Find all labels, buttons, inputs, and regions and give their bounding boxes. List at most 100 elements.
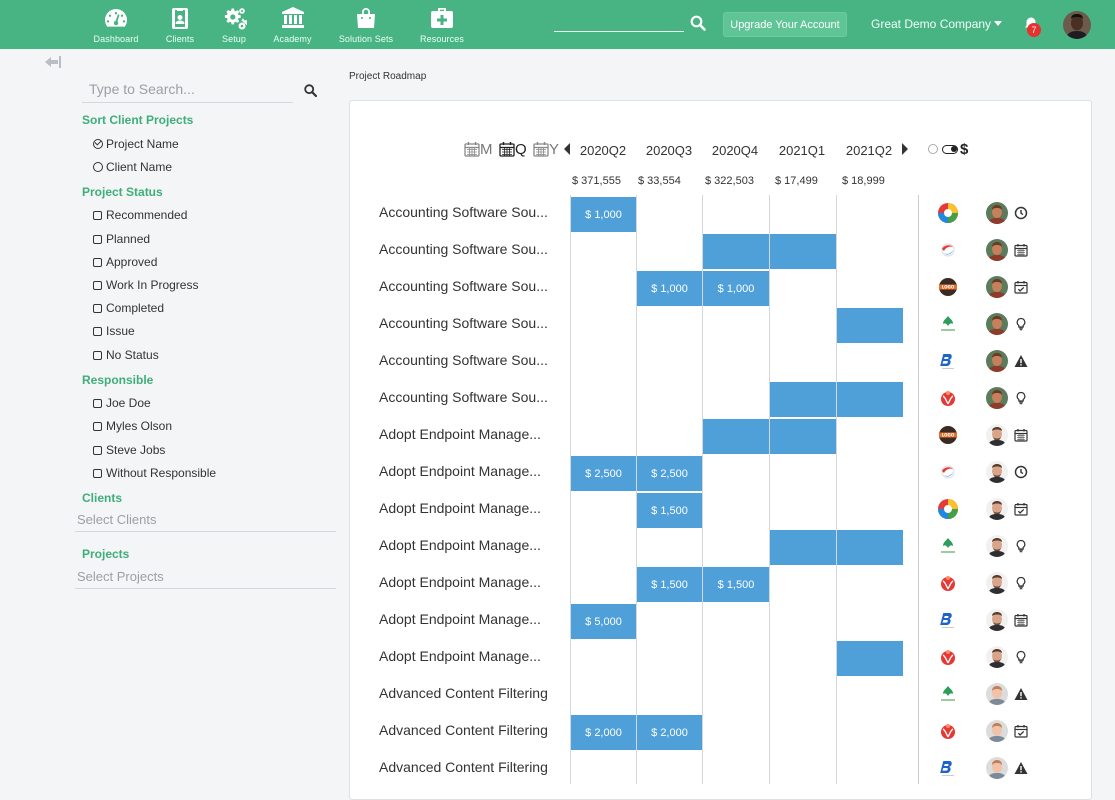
status-option[interactable]: Planned (93, 232, 150, 246)
project-name[interactable]: Accounting Software Sou... (379, 315, 561, 331)
company-selector[interactable]: Great Demo Company (871, 17, 1003, 31)
status-option[interactable]: Approved (93, 255, 157, 269)
top-navigation-bar: Dashboard Clients Setup Academy Solution… (0, 0, 1115, 49)
chevron-down-icon (994, 21, 1003, 26)
roadmap-bar[interactable] (770, 382, 836, 417)
project-name[interactable]: Accounting Software Sou... (379, 352, 561, 368)
nav-label: Solution Sets (338, 34, 394, 44)
roadmap-bar[interactable]: $ 1,500 (703, 567, 769, 602)
project-name[interactable]: Accounting Software Sou... (379, 204, 561, 220)
nav-label: Academy (273, 34, 312, 44)
roadmap-bar[interactable] (770, 530, 836, 565)
project-name[interactable]: Adopt Endpoint Manage... (379, 648, 561, 664)
roadmap-bar[interactable] (837, 308, 903, 343)
roadmap-bar[interactable]: $ 5,000 (571, 604, 636, 639)
medkit-icon (431, 8, 453, 28)
responsible-avatar (986, 461, 1008, 483)
sort-option-project-name[interactable]: Project Name (93, 137, 179, 151)
search-icon[interactable] (304, 84, 317, 97)
project-name[interactable]: Accounting Software Sou... (379, 278, 561, 294)
next-period-arrow-icon[interactable] (902, 143, 908, 155)
view-quarter-button[interactable]: Q (499, 139, 527, 159)
quarter-header: 2021Q2 (845, 143, 893, 158)
client-logo-leaf-icon (937, 535, 959, 557)
roadmap-bar[interactable] (837, 530, 903, 565)
project-name[interactable]: Adopt Endpoint Manage... (379, 500, 561, 516)
cost-toggle-switch[interactable] (942, 145, 958, 154)
roadmap-bar[interactable]: $ 1,000 (637, 271, 702, 306)
nav-solution-sets[interactable]: Solution Sets (334, 0, 398, 49)
view-label: M (480, 140, 493, 158)
client-logo-bird-icon (937, 387, 959, 409)
checkbox-icon (93, 445, 102, 455)
roadmap-bar[interactable]: $ 1,500 (637, 493, 702, 528)
project-name[interactable]: Adopt Endpoint Manage... (379, 574, 561, 590)
checkbox-icon (93, 303, 102, 313)
nav-academy[interactable]: Academy (270, 0, 315, 49)
quarter-header: 2020Q4 (711, 143, 759, 158)
sidebar-search-input[interactable]: Type to Search... (82, 78, 293, 103)
project-name[interactable]: Adopt Endpoint Manage... (379, 611, 561, 627)
responsible-option[interactable]: Joe Doe (93, 396, 151, 410)
nav-setup[interactable]: Setup (215, 0, 253, 49)
responsible-option[interactable]: Steve Jobs (93, 443, 165, 457)
sort-option-label: Client Name (106, 160, 173, 174)
status-option[interactable]: Issue (93, 324, 135, 338)
roadmap-bar[interactable] (770, 419, 836, 454)
responsible-option[interactable]: Without Responsible (93, 466, 216, 480)
roadmap-bar[interactable] (837, 382, 903, 417)
client-logo-swoosh-icon (937, 239, 959, 261)
roadmap-bar[interactable]: $ 2,500 (571, 456, 636, 491)
view-month-button[interactable]: M (464, 139, 493, 159)
project-name[interactable]: Adopt Endpoint Manage... (379, 463, 561, 479)
project-name[interactable]: Adopt Endpoint Manage... (379, 537, 561, 553)
upgrade-account-button[interactable]: Upgrade Your Account (723, 12, 847, 37)
roadmap-bar[interactable] (703, 234, 769, 269)
roadmap-bar[interactable]: $ 2,500 (637, 456, 702, 491)
projects-select[interactable]: Select Projects (75, 567, 336, 589)
status-warning-icon (1014, 354, 1028, 368)
project-name[interactable]: Advanced Content Filtering (379, 759, 561, 775)
radio-unchecked-icon (93, 162, 103, 172)
status-option[interactable]: Completed (93, 301, 164, 315)
project-name[interactable]: Advanced Content Filtering (379, 722, 561, 738)
search-icon[interactable] (690, 15, 706, 31)
status-bulb-icon (1014, 576, 1028, 590)
status-option[interactable]: Recommended (93, 208, 187, 222)
collapse-sidebar-icon[interactable] (44, 55, 62, 69)
responsible-option[interactable]: Myles Olson (93, 419, 172, 433)
roadmap-bar[interactable]: $ 1,000 (571, 197, 636, 232)
project-name[interactable]: Accounting Software Sou... (379, 389, 561, 405)
responsible-avatar (986, 609, 1008, 631)
roadmap-bar[interactable]: $ 2,000 (637, 715, 702, 750)
project-name[interactable]: Advanced Content Filtering (379, 685, 561, 701)
clients-select[interactable]: Select Clients (75, 510, 336, 532)
roadmap-bar[interactable]: $ 1,500 (637, 567, 702, 602)
status-option[interactable]: Work In Progress (93, 278, 198, 292)
nav-resources[interactable]: Resources (418, 0, 466, 49)
nav-clients[interactable]: Clients (160, 0, 200, 49)
user-avatar[interactable] (1063, 11, 1091, 39)
status-option[interactable]: No Status (93, 348, 159, 362)
roadmap-bar[interactable]: $ 2,000 (571, 715, 636, 750)
client-logo-rainbow-icon (937, 202, 959, 224)
roadmap-bar[interactable]: $ 1,000 (703, 271, 769, 306)
calendar-icon (464, 142, 480, 157)
view-year-button[interactable]: Y (533, 139, 559, 159)
view-label: Y (549, 140, 560, 158)
dollar-icon: $ (960, 141, 969, 158)
sort-option-label: Project Name (106, 137, 179, 151)
roadmap-bar[interactable] (837, 641, 903, 676)
checkbox-icon (93, 234, 102, 244)
time-toggle-clock-icon[interactable] (928, 144, 938, 154)
project-name[interactable]: Adopt Endpoint Manage... (379, 426, 561, 442)
nav-dashboard[interactable]: Dashboard (91, 0, 141, 49)
top-search-input[interactable] (554, 12, 684, 32)
status-bulb-icon (1014, 317, 1028, 331)
status-calendar-icon (1014, 243, 1028, 257)
roadmap-bar[interactable] (703, 419, 769, 454)
roadmap-bar[interactable] (770, 234, 836, 269)
calendar-icon (533, 142, 549, 157)
sort-option-client-name[interactable]: Client Name (93, 160, 172, 174)
project-name[interactable]: Accounting Software Sou... (379, 241, 561, 257)
